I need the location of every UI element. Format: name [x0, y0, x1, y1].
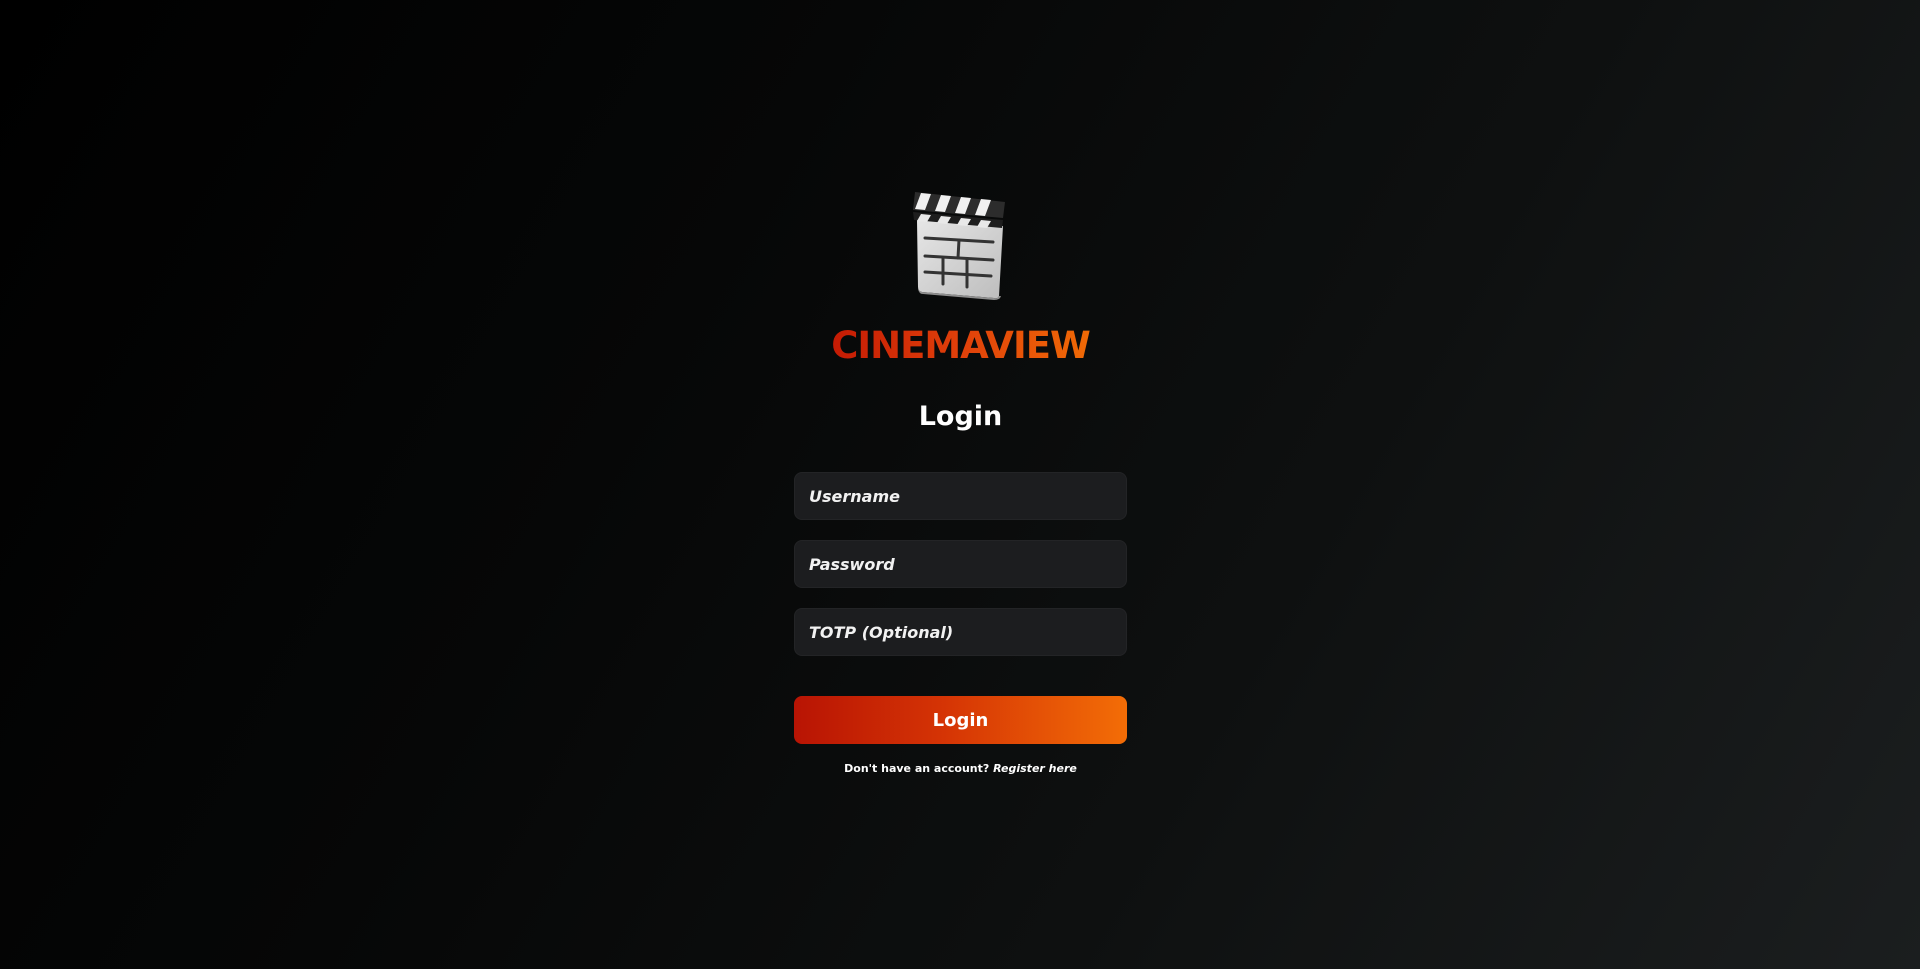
register-link[interactable]: Register here	[993, 762, 1077, 775]
register-prompt-text: Don't have an account?	[844, 762, 990, 775]
login-button[interactable]: Login	[794, 696, 1127, 744]
brand-title: CINEMAVIEW	[831, 324, 1091, 367]
register-prompt-line: Don't have an account? Register here	[844, 762, 1077, 775]
login-heading: Login	[918, 401, 1003, 432]
clapperboard-icon	[912, 192, 1005, 300]
totp-input[interactable]	[794, 608, 1127, 656]
login-container: CINEMAVIEW Login Login Don't have an acc…	[794, 192, 1127, 775]
username-input[interactable]	[794, 472, 1127, 520]
password-input[interactable]	[794, 540, 1127, 588]
